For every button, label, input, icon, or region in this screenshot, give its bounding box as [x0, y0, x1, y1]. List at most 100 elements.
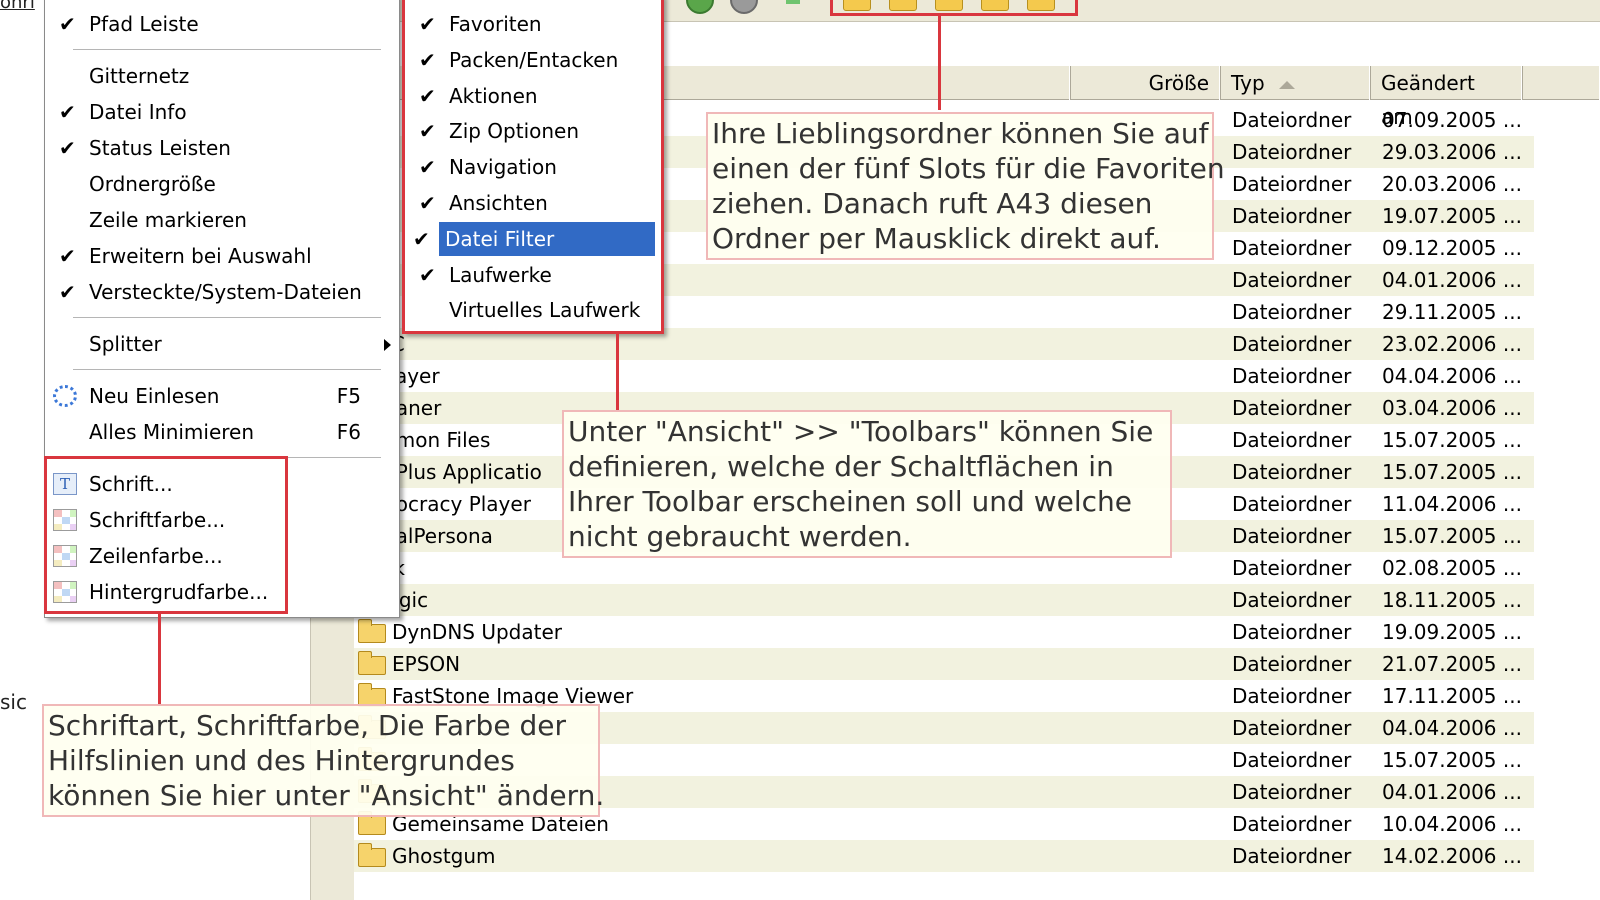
file-modified-date: 23.02.2006 ...: [1382, 332, 1522, 356]
checkmark-icon: ✔: [419, 47, 436, 72]
file-modified-date: 04.01.2006 ...: [1382, 780, 1522, 804]
file-modified-date: 15.07.2005 ...: [1382, 460, 1522, 484]
menu-item-label: Laufwerke: [449, 262, 552, 287]
toolbars-submenu-item[interactable]: ✔ Packen/Entacken: [405, 43, 661, 77]
tree-item-fragment[interactable]: onri: [0, 0, 35, 13]
column-header-filler: [1522, 66, 1600, 100]
menu-item-label: Ansichten: [449, 191, 548, 215]
up-folder-icon[interactable]: [786, 0, 800, 4]
file-type: Dateiordner: [1232, 844, 1352, 868]
menu-item-label: Datei Filter: [445, 226, 555, 251]
file-modified-date: 29.11.2005 ...: [1382, 300, 1522, 324]
favorites-callout: Ihre Lieblingsordner können Sie auf eine…: [706, 112, 1225, 260]
file-modified-date: 07.09.2005 ...: [1382, 108, 1522, 132]
view-menu-item[interactable]: Splitter: [45, 327, 399, 361]
callout-line: Unter "Ansicht" >> "Toolbars" können Sie: [568, 415, 1154, 448]
file-modified-date: 19.09.2005 ...: [1382, 620, 1522, 644]
callout-line: definieren, welche der Schaltflächen in: [568, 450, 1114, 483]
favorite-slot-1-icon[interactable]: [843, 0, 871, 11]
favorite-slot-3-icon[interactable]: [935, 0, 963, 11]
file-name: DynDNS Updater: [392, 620, 562, 644]
column-header-modified[interactable]: Geändert am: [1370, 66, 1522, 129]
file-modified-date: 10.04.2006 ...: [1382, 812, 1522, 836]
favorite-slot-5-icon[interactable]: [1027, 0, 1055, 11]
menu-item-label: Favoriten: [449, 12, 542, 36]
file-type: Dateiordner: [1232, 524, 1352, 548]
favorite-slot-2-icon[interactable]: [889, 0, 917, 11]
toolbars-submenu-item[interactable]: ✔ Zip Optionen: [405, 114, 661, 148]
file-type: Dateiordner: [1232, 492, 1352, 516]
table-row[interactable]: Splayer Dateiordner 04.04.2006 ...: [354, 360, 1534, 392]
checkmark-icon: ✔: [59, 12, 76, 36]
view-menu-item[interactable]: ✔ Pfad Leiste: [45, 7, 399, 41]
file-type: Dateiordner: [1232, 684, 1352, 708]
file-modified-date: 14.02.2006 ...: [1382, 844, 1522, 868]
toolbars-submenu-item[interactable]: ✔ Datei Filter: [413, 221, 655, 256]
tree-item-fragment[interactable]: sic: [0, 690, 27, 714]
view-menu-item[interactable]: Alles Minimieren F6: [45, 415, 399, 449]
view-menu-item[interactable]: ✔ Datei Info: [45, 95, 399, 129]
file-type: Dateiordner: [1232, 556, 1352, 580]
file-modified-date: 21.07.2005 ...: [1382, 652, 1522, 676]
table-row[interactable]: EPSON Dateiordner 21.07.2005 ...: [354, 648, 1534, 680]
file-type: Dateiordner: [1232, 108, 1352, 132]
toolbars-submenu-item[interactable]: ✔ Ansichten: [405, 186, 661, 220]
file-modified-date: 29.03.2006 ...: [1382, 140, 1522, 164]
toolbars-submenu-item[interactable]: ✔ Navigation: [405, 150, 661, 184]
toolbars-submenu-item[interactable]: ✔ Laufwerke: [405, 258, 661, 292]
file-modified-date: 02.08.2005 ...: [1382, 556, 1522, 580]
file-modified-date: 04.04.2006 ...: [1382, 364, 1522, 388]
menu-item-label: Status Leisten: [89, 136, 231, 160]
file-type: Dateiordner: [1232, 204, 1352, 228]
checkmark-icon: ✔: [59, 280, 76, 304]
file-type: Dateiordner: [1232, 812, 1352, 836]
favorite-slot-4-icon[interactable]: [981, 0, 1009, 11]
view-menu-item[interactable]: Zeile markieren: [45, 203, 399, 237]
toolbars-submenu-item[interactable]: ✔ Favoriten: [405, 7, 661, 41]
menu-item-shortcut: F6: [336, 420, 361, 444]
checkmark-icon: ✔: [59, 244, 76, 268]
font-options-highlight-box: [44, 456, 288, 614]
menu-item-label: Versteckte/System-Dateien: [89, 280, 362, 304]
callout-line: Hilfslinien und des Hintergrundes: [48, 744, 515, 777]
file-type: Dateiordner: [1232, 428, 1352, 452]
callout-line: ziehen. Danach ruft A43 diesen: [712, 187, 1153, 220]
file-name: EPSON: [392, 652, 461, 676]
menu-item-shortcut: F5: [336, 384, 361, 408]
toolbars-submenu-item[interactable]: ✔ Aktionen: [405, 79, 661, 113]
checkmark-icon: ✔: [419, 191, 436, 215]
toolbars-submenu-item[interactable]: Virtuelles Laufwerk: [405, 293, 661, 327]
table-row[interactable]: yLogicDateiordner18.11.2005 ...: [354, 584, 1534, 616]
file-type: Dateiordner: [1232, 460, 1352, 484]
file-type: Dateiordner: [1232, 716, 1352, 740]
file-modified-date: 11.04.2006 ...: [1382, 492, 1522, 516]
column-header-size[interactable]: Größe: [1070, 66, 1220, 100]
view-menu-item[interactable]: Gitternetz: [45, 59, 399, 93]
file-type: Dateiordner: [1232, 396, 1352, 420]
view-menu-item[interactable]: ✔ Versteckte/System-Dateien: [45, 275, 399, 309]
file-modified-date: 04.01.2006 ...: [1382, 268, 1522, 292]
file-type: Dateiordner: [1232, 364, 1352, 388]
menu-item-label: Virtuelles Laufwerk: [449, 298, 641, 323]
view-menu-item[interactable]: ✔ Erweitern bei Auswahl: [45, 239, 399, 273]
view-menu-item[interactable]: ✔ Status Leisten: [45, 131, 399, 165]
submenu-arrow-icon: [384, 339, 391, 351]
menu-separator: [73, 49, 381, 50]
column-header-type[interactable]: Typ: [1220, 66, 1370, 100]
folder-icon: [358, 651, 386, 675]
table-row[interactable]: DynDNS Updater Dateiordner 19.09.2005 ...: [354, 616, 1534, 648]
callout-line: Schriftart, Schriftfarbe, Die Farbe der: [48, 709, 566, 742]
file-modified-date: 17.11.2005 ...: [1382, 684, 1522, 708]
view-menu-item[interactable]: Neu Einlesen F5: [45, 379, 399, 413]
callout-line: Ihre Lieblingsordner können Sie auf: [712, 117, 1209, 150]
view-menu-item[interactable]: Ordnergröße: [45, 167, 399, 201]
file-modified-date: 04.04.2006 ...: [1382, 716, 1522, 740]
file-modified-date: 15.07.2005 ...: [1382, 428, 1522, 452]
table-row[interactable]: Ghostgum Dateiordner 14.02.2006 ...: [354, 840, 1534, 872]
callout-line: können Sie hier unter "Ansicht" ändern.: [48, 779, 605, 812]
file-type: Dateiordner: [1232, 300, 1352, 324]
fonts-callout: Schriftart, Schriftfarbe, Die Farbe der …: [42, 704, 605, 817]
refresh-icon: [53, 385, 77, 407]
file-modified-date: 03.04.2006 ...: [1382, 396, 1522, 420]
file-type: Dateiordner: [1232, 236, 1352, 260]
